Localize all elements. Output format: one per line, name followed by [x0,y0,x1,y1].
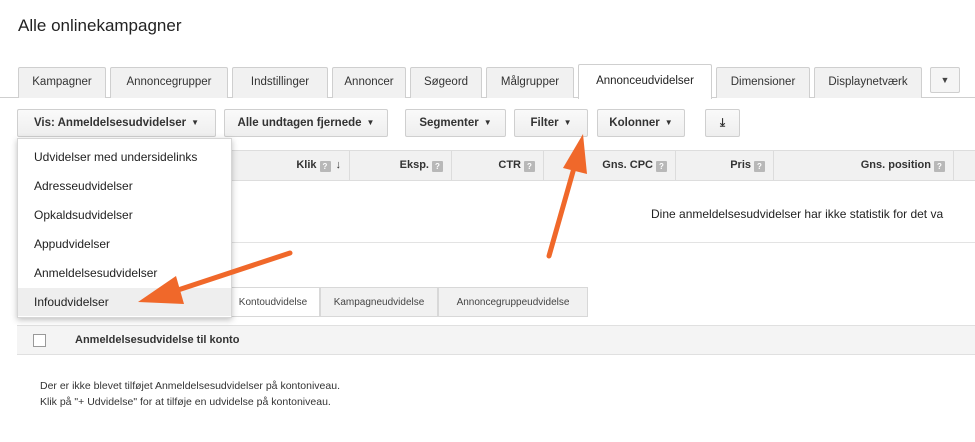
tab-soegeord[interactable]: Søgeord [410,67,482,98]
tab-annoncer[interactable]: Annoncer [332,67,406,98]
empty-state-line-1: Der er ikke blevet tilføjet Anmeldelsesu… [40,380,340,392]
segments-label: Segmenter [419,117,479,129]
select-all-checkbox[interactable] [33,334,46,347]
tab-kampagner[interactable]: Kampagner [18,67,106,98]
column-header-cost[interactable]: Pris? [676,151,774,180]
subtab-annoncegruppeudvidelse[interactable]: Annoncegruppeudvidelse [438,287,588,317]
column-label: Eksp. [399,159,429,171]
tab-annonceudvidelser[interactable]: Annonceudvidelser [578,64,712,99]
menu-item-app[interactable]: Appudvidelser [18,230,231,258]
extension-type-dropdown: Udvidelser med undersidelinks Adresseudv… [17,138,232,318]
download-button[interactable]: ⤓ [705,109,740,137]
tab-bar: Kampagner Annoncegrupper Indstillinger A… [0,64,975,99]
tab-displaynetvaerk[interactable]: Displaynetværk [814,67,922,98]
no-stats-message: Dine anmeldelsesudvidelser har ikke stat… [651,207,944,221]
chevron-down-icon: ▼ [940,75,950,85]
view-select-button[interactable]: Vis: Anmeldelsesudvidelser ▼ [17,109,216,137]
chevron-down-icon: ▼ [191,118,200,127]
tab-maalgrupper[interactable]: Målgrupper [486,67,574,98]
help-icon[interactable]: ? [934,161,945,172]
extensions-table-header: Anmeldelsesudvidelse til konto [17,325,975,355]
view-select-label: Vis: Anmeldelsesudvidelser [33,117,187,129]
filter-button[interactable]: Filter ▼ [514,109,588,137]
empty-state-line-2: Klik på "+ Udvidelse" for at tilføje en … [40,396,331,408]
tab-more-button[interactable]: ▼ [930,67,960,93]
filter-label: Filter [530,117,559,129]
column-label: CTR [498,159,521,171]
tab-indstillinger[interactable]: Indstillinger [232,67,328,98]
help-icon[interactable]: ? [656,161,667,172]
divider [230,242,975,243]
status-filter-button[interactable]: Alle undtagen fjernede ▼ [224,109,388,137]
column-label: Pris [730,159,751,171]
tab-annoncegrupper[interactable]: Annoncegrupper [110,67,228,98]
column-label: Klik [296,159,317,171]
menu-item-review[interactable]: Anmeldelsesudvidelser [18,259,231,287]
stats-table-header: Klik? ↓ Eksp.? CTR? Gns. CPC? Pris? Gns. … [230,150,975,181]
column-header-clicks[interactable]: Klik? ↓ [230,151,350,180]
download-icon: ⤓ [719,117,726,129]
chevron-down-icon: ▼ [664,118,673,127]
chevron-down-icon: ▼ [366,118,375,127]
column-label: Gns. position [860,159,931,171]
columns-button[interactable]: Kolonner ▼ [597,109,685,137]
extensions-column-header: Anmeldelsesudvidelse til konto [75,334,240,346]
columns-label: Kolonner [609,117,660,129]
subtab-kampagneudvidelse[interactable]: Kampagneudvidelse [320,287,438,317]
help-icon[interactable]: ? [524,161,535,172]
help-icon[interactable]: ? [754,161,765,172]
subtab-kontoudvidelse[interactable]: Kontoudvidelse [226,287,320,317]
tab-dimensioner[interactable]: Dimensioner [716,67,810,98]
column-header-impressions[interactable]: Eksp.? [350,151,452,180]
help-icon[interactable]: ? [319,161,331,172]
column-header-avg-cpc[interactable]: Gns. CPC? [544,151,676,180]
menu-item-call[interactable]: Opkaldsudvidelser [18,201,231,229]
column-label: Gns. CPC [602,159,653,171]
column-header-avg-position[interactable]: Gns. position? [774,151,954,180]
sort-down-icon: ↓ [335,159,342,171]
menu-item-location[interactable]: Adresseudvidelser [18,172,231,200]
chevron-down-icon: ▼ [483,118,492,127]
menu-item-sitelinks[interactable]: Udvidelser med undersidelinks [18,143,231,171]
page-title: Alle onlinekampagner [18,16,182,35]
help-icon[interactable]: ? [432,161,443,172]
menu-item-callout[interactable]: Infoudvidelser [18,288,231,316]
chevron-down-icon: ▼ [563,118,572,127]
segments-button[interactable]: Segmenter ▼ [405,109,506,137]
status-filter-label: Alle undtagen fjernede [237,117,362,129]
column-header-ctr[interactable]: CTR? [452,151,544,180]
